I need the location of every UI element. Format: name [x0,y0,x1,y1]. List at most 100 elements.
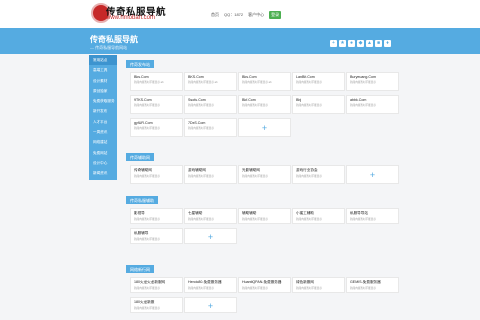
site-card-desc: 新闻内容暂时不能显示 [188,127,214,130]
site-card-desc: 新闻内容暂时不能显示 [134,238,160,241]
site-card[interactable]: 影视导 新闻内容暂时不能显示 [130,208,183,224]
site-card-desc: 新闻内容暂时不能显示 [350,81,376,84]
site-card-desc: 新闻内容暂时不能显示 [296,287,322,290]
site-card[interactable]: gyfUR.Com 新闻内容暂时不能显示 [130,118,183,137]
site-card[interactable]: 游戏辅助网新闻内容暂时不能显示 [184,165,237,184]
sidebar-item[interactable]: 原创独家 [89,86,117,96]
site-card-title: 私服辅导 [134,231,149,235]
site-card[interactable]: HuantiQPAN-免费服务器 新闻内容暂时不能显示 [238,277,291,293]
share-icon[interactable]: + [330,40,337,47]
logo-url[interactable]: www.hmoban.com [106,15,155,21]
site-card[interactable]: Bbj 新闻内容暂时不能显示 [292,95,345,114]
sidebar-item[interactable]: 免费网站 [89,148,117,158]
site-card[interactable]: 游戏行业协会新闻内容暂时不能显示 [292,165,345,184]
site-card[interactable]: 传奇辅助网 新闻内容暂时不能显示 [130,165,183,184]
section-title: 传奇发布站 [126,60,154,68]
sidebar-item[interactable]: 人才平台 [89,117,117,127]
site-card-title: BKS.Com [188,75,204,79]
site-card-title: 180火龙火龙新服网 [134,280,166,284]
site-card-title: 传奇辅助网 [134,168,152,172]
site-card-desc: 新闻内容暂时不能显示 [350,218,376,221]
add-site-button[interactable]: + [184,297,237,313]
site-card[interactable]: abbk.Com 新闻内容暂时不能显示 [346,95,399,114]
douban-icon[interactable]: ♦ [384,40,391,47]
site-card-title: GEMIS-免费服务器 [350,280,381,284]
site-card-desc: 新闻内容暂时不能显示 [134,287,160,290]
sidebar-item[interactable]: 设计素材 [89,76,117,86]
site-card[interactable]: 七星辅助 新闻内容暂时不能显示 [184,208,237,224]
sidebar-item[interactable]: 设计中心 [89,158,117,168]
site-card-title: 游戏行业协会 [296,168,318,172]
site-card[interactable]: Heroic80-免费服务器 新闻内容暂时不能显示 [184,277,237,293]
nav-qq[interactable]: QQ：1872 [224,12,243,18]
site-card[interactable]: Bkf.Com 新闻内容暂时不能显示 [238,95,291,114]
banner-subtitle: — 传奇私服导航网站 [90,45,128,50]
nav-home[interactable]: 首页 [211,12,219,18]
sidebar-item[interactable]: 新闻资讯 [89,168,117,178]
site-card-title: Buryeuang.Com [350,75,376,79]
site-card-title: 影视导 [134,211,145,215]
site-card[interactable]: Ssofu.Com 新闻内容暂时不能显示 [184,95,237,114]
site-card[interactable]: 小蜜工辅助 新闻内容暂时不能显示 [292,208,345,224]
weibo-icon[interactable]: ● [348,40,355,47]
site-card[interactable]: 180火龙新服新闻内容暂时不能显示 [130,297,183,313]
site-card[interactable]: BKS.Com 新闻内容暂时不能显示 ab [184,72,237,91]
wechat-icon[interactable]: ◆ [357,40,364,47]
sidebar-item[interactable]: 网络建站 [89,137,117,147]
site-card-title: Bbj [296,98,302,102]
site-card-desc: 新闻内容暂时不能显示 [296,175,322,178]
site-card-title: 180火龙新服 [134,300,155,304]
site-card[interactable]: Buryeuang.Com 新闻内容暂时不能显示 [346,72,399,91]
site-card[interactable]: 光影辅助网 新闻内容暂时不能显示 [238,165,291,184]
site-card-desc: 新闻内容暂时不能显示 [350,104,376,107]
site-card[interactable]: 私服导导站新闻内容暂时不能显示 [346,208,399,224]
site-card-desc: 新闻内容暂时不能显示 [242,218,268,221]
site-card[interactable]: 9TKS.Com 新闻内容暂时不能显示 [130,95,183,114]
sidebar-item[interactable]: 一周资讯 [89,127,117,137]
site-card[interactable]: 辅助辅助新闻内容暂时不能显示 [238,208,291,224]
site-card-title: 辅助辅助 [242,211,257,215]
site-card[interactable]: Bks.Com 新闻内容暂时不能显示 ab [130,72,183,91]
login-button[interactable]: 登录 [269,11,282,19]
add-site-button[interactable]: + [184,228,237,244]
site-card-title: 七星辅助 [188,211,203,215]
sidebar-item[interactable]: 常用站点 [89,55,117,66]
site-card-title: Bks.Com [134,75,149,79]
sidebar-item[interactable]: 新开发布 [89,106,117,116]
site-card-title: 私服导导站 [350,211,368,215]
site-card-desc: 新闻内容暂时不能显示 [188,287,214,290]
site-card-title: 游戏辅助网 [188,168,206,172]
site-card-desc: 新闻内容暂时不能显示 [242,104,268,107]
site-card[interactable]: LanBit.Com 新闻内容暂时不能显示 [292,72,345,91]
site-card-title: Heroic80-免费服务器 [188,280,222,284]
site-card-desc: 新闻内容暂时不能显示 [188,175,214,178]
renren-icon[interactable]: ■ [375,40,382,47]
add-site-button[interactable]: + [238,118,291,137]
tencent-icon[interactable]: ▲ [366,40,373,47]
site-card-desc: 新闻内容暂时不能显示 [242,175,268,178]
site-card-title: 9TKS.Com [134,98,152,102]
qzone-icon[interactable]: ★ [339,40,346,47]
sidebar: 常用站点 高端工具 设计素材 原创独家 免费获取服务 新开发布 人才平台 一周资讯 网络建站 免费… [89,55,117,180]
site-card[interactable]: GEMIS-免费服务器 新闻内容暂时不能显示 [346,277,399,293]
site-card[interactable]: 180火龙火龙新服网 新闻内容暂时不能显示 [130,277,183,293]
site-card[interactable]: 私服辅导新闻内容暂时不能显示 [130,228,183,244]
section-title: 传奇私服辅助 [126,196,158,204]
site-card-desc: 新闻内容暂时不能显示 [134,307,160,310]
section-title: 网络新行网 [126,265,154,273]
site-card-title: Ssofu.Com [188,98,206,102]
section-title: 传奇辅助网 [126,153,154,161]
nav-customer[interactable]: 客户中心 [248,12,264,18]
site-card-desc: 新闻内容暂时不能显示 [296,104,322,107]
site-card-desc: 新闻内容暂时不能显示 [134,127,160,130]
site-card-title: abbk.Com [350,98,367,102]
sidebar-item[interactable]: 免费获取服务 [89,96,117,106]
site-card[interactable]: 7DxS.Com 新闻内容暂时不能显示 [184,118,237,137]
site-card-title: LanBit.Com [296,75,315,79]
sidebar-item[interactable]: 高端工具 [89,65,117,75]
site-card-desc: 新闻内容暂时不能显示 [296,81,322,84]
site-card[interactable]: Bks.Com 新闻内容暂时不能显示 ab [238,72,291,91]
add-site-button[interactable]: + [346,165,399,184]
site-card[interactable]: 绿色新服网 新闻内容暂时不能显示 [292,277,345,293]
banner [0,28,480,54]
